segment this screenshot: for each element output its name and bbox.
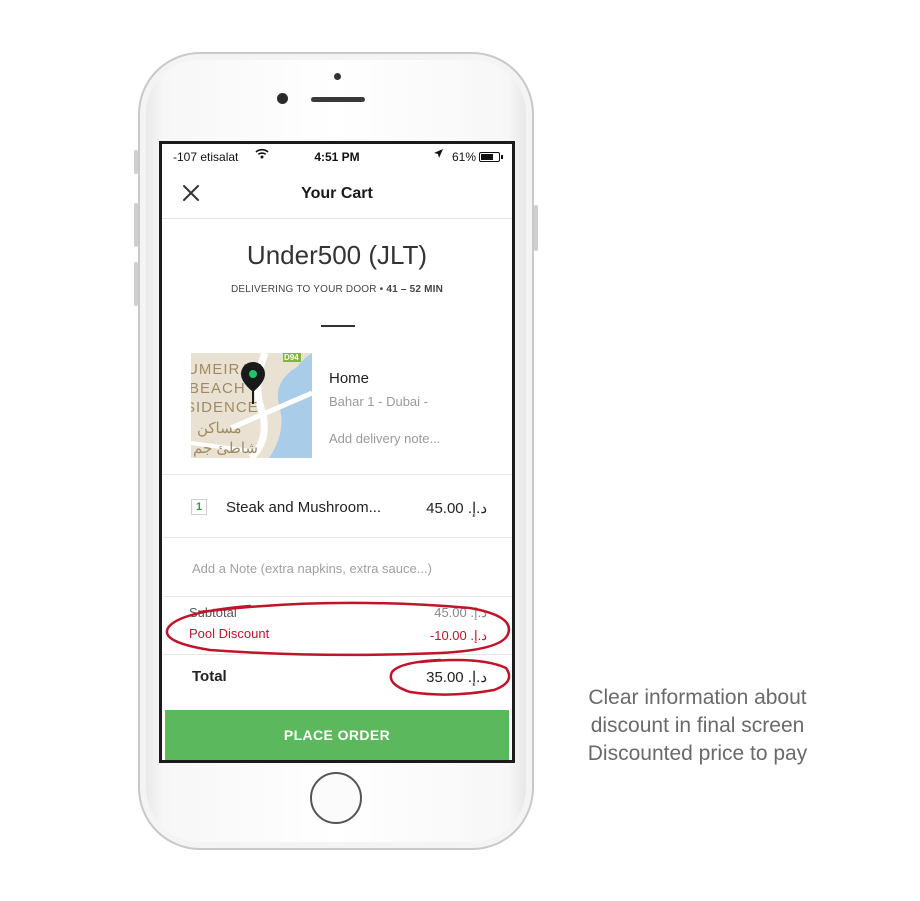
- map-label: BEACH: [191, 380, 246, 397]
- map-label: شاطئ جم: [193, 440, 259, 457]
- caption-line: Clear information about: [588, 686, 807, 709]
- mute-switch: [134, 150, 138, 174]
- item-quantity[interactable]: 1: [191, 499, 207, 515]
- total-value: 35.00 .د.إ: [426, 669, 487, 686]
- nav-bar: Your Cart: [162, 168, 512, 219]
- divider: [162, 474, 512, 475]
- status-bar: -107 etisalat 4:51 PM 61%: [162, 144, 512, 166]
- annotation-caption: Clear information about discount in fina…: [555, 684, 840, 768]
- map-label: مساكن: [197, 420, 242, 437]
- subtotal-value: 45.00 .د.إ: [434, 605, 487, 620]
- item-price: 45.00 .د.إ: [426, 500, 487, 517]
- subtotal-label: Subtotal: [189, 605, 237, 620]
- place-order-button[interactable]: PLACE ORDER: [165, 710, 509, 760]
- divider: [162, 596, 512, 597]
- divider: [162, 537, 512, 538]
- battery-icon: [479, 152, 503, 162]
- map-road-badge: D94: [284, 353, 299, 362]
- delivery-map[interactable]: D94 UMEIRAH BEACH SIDENCE مساكن شاطئ جم: [191, 353, 312, 458]
- caption-line: discount in final screen: [590, 714, 805, 737]
- divider: [162, 654, 512, 655]
- volume-up-button: [134, 203, 138, 247]
- battery-percent: 61%: [452, 150, 477, 164]
- location-arrow-icon: [434, 149, 443, 161]
- home-button[interactable]: [310, 772, 362, 824]
- map-pin-icon: [241, 362, 265, 409]
- divider: [321, 325, 355, 327]
- delivery-note-input[interactable]: Add delivery note...: [329, 431, 440, 446]
- restaurant-name: Under500 (JLT): [246, 240, 428, 270]
- front-camera: [277, 93, 288, 104]
- discount-label: Pool Discount: [189, 626, 270, 641]
- address-line: Bahar 1 - Dubai -: [329, 394, 428, 409]
- total-label: Total: [192, 668, 227, 685]
- proximity-sensor: [334, 73, 341, 80]
- address-name: Home: [329, 370, 370, 387]
- volume-down-button: [134, 262, 138, 306]
- delivery-eta: 41 – 52 MIN: [386, 284, 444, 295]
- page-title: Your Cart: [301, 185, 373, 202]
- power-button: [534, 205, 538, 251]
- app-screen: -107 etisalat 4:51 PM 61% Your Cart Unde…: [159, 141, 515, 763]
- delivery-label: DELIVERING TO YOUR DOOR •: [230, 284, 384, 295]
- order-note-input[interactable]: Add a Note (extra napkins, extra sauce..…: [192, 561, 432, 576]
- caption-line: Discounted price to pay: [587, 742, 808, 765]
- item-name: Steak and Mushroom...: [226, 499, 382, 516]
- delivery-info: DELIVERING TO YOUR DOOR • 41 – 52 MIN: [162, 284, 512, 295]
- discount-value: -10.00 .د.إ: [429, 628, 487, 643]
- earpiece-speaker: [311, 97, 365, 102]
